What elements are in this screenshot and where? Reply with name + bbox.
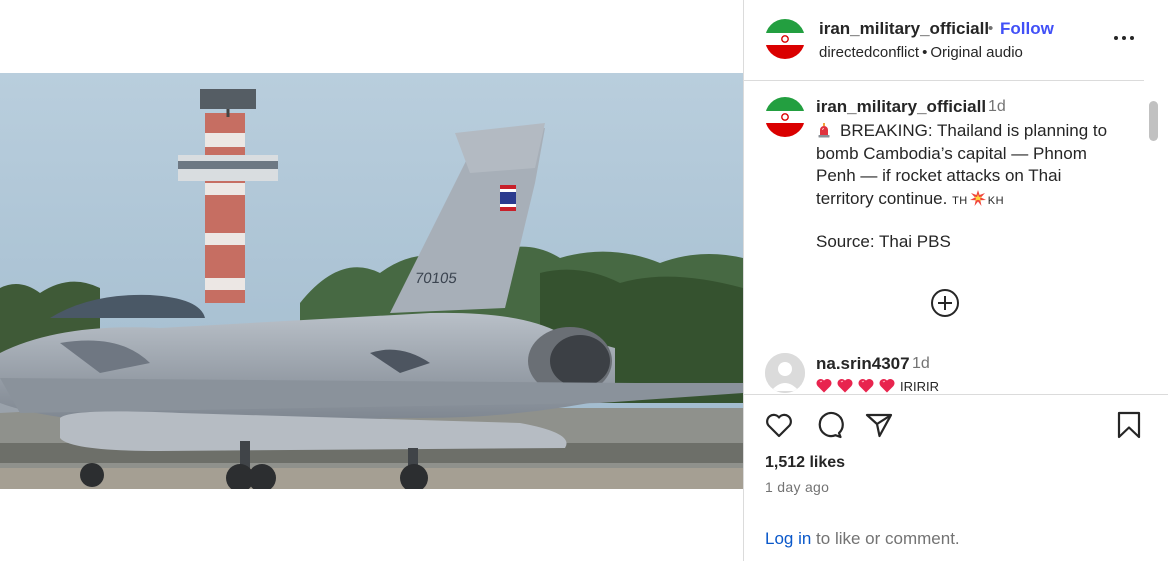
caption-line: territory continue. TH KH xyxy=(816,188,1126,213)
comment-text-value: IRIRIR xyxy=(900,379,939,394)
iran-flag-icon xyxy=(765,19,805,59)
separator-dot: • xyxy=(988,20,994,37)
caption-line-3: Penh — if rocket attacks on Thai xyxy=(816,166,1062,185)
caption-line-2: bomb Cambodia’s capital — Phnom xyxy=(816,143,1087,163)
audio-info: directedconflict • Original audio xyxy=(819,44,1023,61)
likes-count[interactable]: 1,512 likes xyxy=(765,454,845,472)
audio-label[interactable]: Original audio xyxy=(930,44,1023,61)
more-options-button[interactable] xyxy=(1114,28,1134,48)
flag-th: TH xyxy=(952,194,968,207)
share-button[interactable] xyxy=(864,410,894,440)
comment-username[interactable]: na.srin4307 xyxy=(816,354,910,374)
comment-avatar[interactable] xyxy=(765,353,805,393)
login-prompt: Log in to like or comment. xyxy=(765,529,960,549)
caption-line-1: BREAKING: Thailand is planning to xyxy=(840,121,1108,140)
video-frame-image: 70105 xyxy=(0,73,743,489)
actions-divider xyxy=(744,394,1168,395)
caption-avatar[interactable] xyxy=(765,97,805,137)
heart-icon xyxy=(766,413,792,438)
caption-line-4: territory continue. xyxy=(816,188,948,208)
heart-emoji-icon xyxy=(816,378,832,393)
collision-icon xyxy=(969,189,986,206)
audio-author[interactable]: directedconflict xyxy=(819,44,919,61)
tail-number: 70105 xyxy=(414,270,458,287)
flag-kh: KH xyxy=(987,194,1005,207)
share-icon xyxy=(865,413,893,438)
author-avatar[interactable] xyxy=(765,19,805,59)
heart-emoji-icon xyxy=(879,378,895,393)
heart-emoji-icon xyxy=(858,378,874,393)
post-video[interactable]: 70105 xyxy=(0,73,743,489)
follow-button[interactable]: Follow xyxy=(1000,19,1054,39)
caption-text: BREAKING: Thailand is planning to bomb C… xyxy=(816,120,1126,212)
caption-time[interactable]: 1d xyxy=(988,98,1006,116)
more-dot xyxy=(1130,36,1134,40)
plus-circle-icon xyxy=(931,289,959,317)
load-more-comments-button[interactable] xyxy=(930,288,960,318)
caption-line: BREAKING: Thailand is planning to xyxy=(816,120,1126,143)
comment-time[interactable]: 1d xyxy=(912,355,930,373)
login-link[interactable]: Log in xyxy=(765,529,811,548)
post-media-area: 70105 xyxy=(0,0,743,561)
caption-source: Source: Thai PBS xyxy=(816,232,951,251)
police-light-icon xyxy=(818,123,830,138)
more-horizontal-icon xyxy=(1114,36,1118,40)
save-button[interactable] xyxy=(1114,410,1144,440)
heart-emoji-icon xyxy=(837,378,853,393)
post-side-panel: iran_military_officiall • Follow directe… xyxy=(743,0,1168,561)
default-user-icon xyxy=(765,353,805,393)
audio-separator: • xyxy=(922,44,928,61)
login-prompt-text: to like or comment. xyxy=(811,529,960,548)
post-time[interactable]: 1 day ago xyxy=(765,479,829,495)
comments-list[interactable]: iran_military_officiall 1d BREAKING: Tha… xyxy=(744,81,1168,394)
caption-username[interactable]: iran_military_officiall xyxy=(816,97,986,117)
comment-button[interactable] xyxy=(814,410,844,440)
bookmark-icon xyxy=(1117,411,1141,439)
like-button[interactable] xyxy=(764,410,794,440)
login-divider xyxy=(744,510,1168,511)
author-username[interactable]: iran_military_officiall xyxy=(819,19,989,39)
iran-flag-icon xyxy=(765,97,805,137)
more-dot xyxy=(1122,36,1126,40)
comment-text: IRIRIR xyxy=(816,378,939,394)
comments-scrollbar[interactable] xyxy=(1149,101,1158,141)
comment-icon xyxy=(818,411,844,439)
